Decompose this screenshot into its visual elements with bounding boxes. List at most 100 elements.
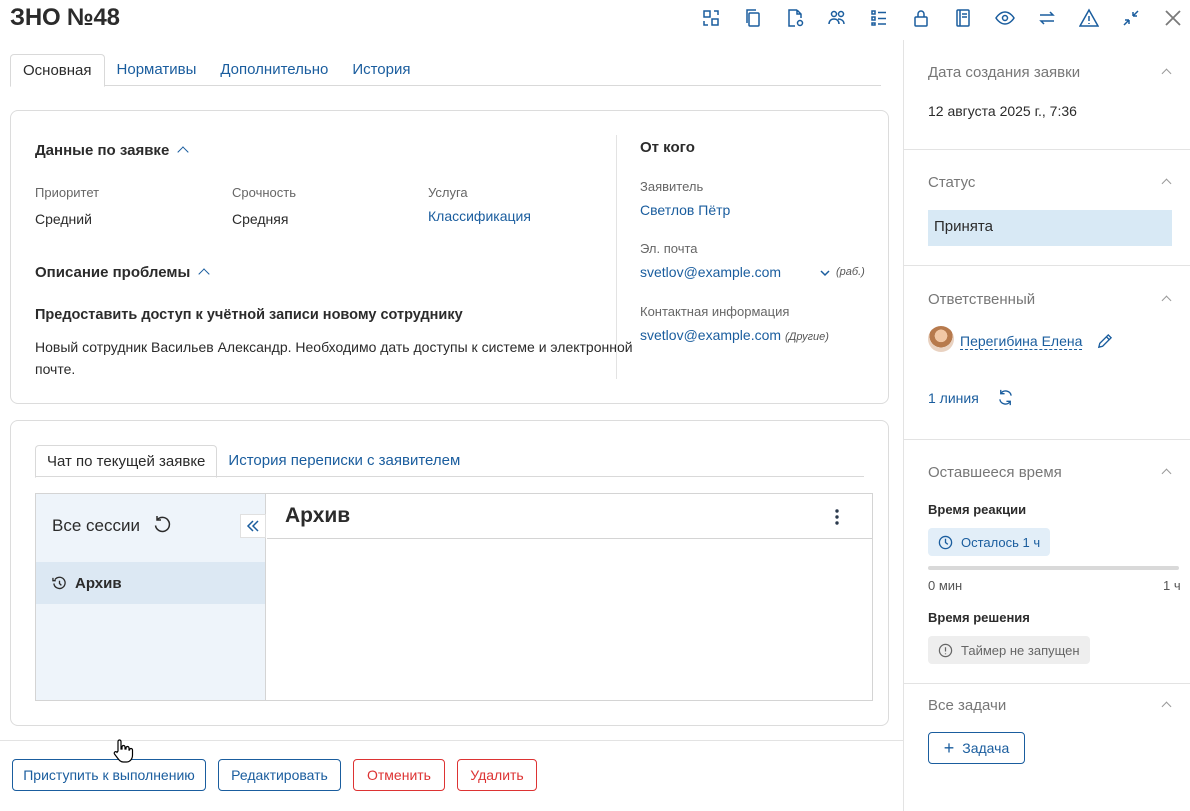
service-label: Услуга — [428, 185, 468, 200]
chat-header: Архив — [267, 494, 872, 539]
copy-icon[interactable] — [742, 7, 764, 29]
refresh-icon[interactable] — [152, 515, 172, 535]
close-icon[interactable] — [1162, 7, 1184, 29]
users-icon[interactable] — [826, 7, 848, 29]
chat-tabs: Чат по текущей заявке История переписки … — [35, 445, 864, 478]
swap-icon[interactable] — [1036, 7, 1058, 29]
chevron-up-icon[interactable] — [1161, 701, 1172, 712]
priority-label: Приоритет — [35, 185, 100, 200]
tab-current-chat[interactable]: Чат по текущей заявке — [35, 445, 218, 478]
action-bar: Приступить к выполнению Редактировать От… — [0, 740, 903, 811]
avatar — [928, 326, 954, 352]
warning-icon[interactable] — [1078, 7, 1100, 29]
document-settings-icon[interactable] — [784, 7, 806, 29]
checklist-icon[interactable] — [868, 7, 890, 29]
request-section-title: Данные по заявке — [35, 142, 170, 159]
tab-norms[interactable]: Нормативы — [105, 54, 209, 85]
problem-subject: Предоставить доступ к учётной записи нов… — [35, 307, 463, 323]
pencil-icon[interactable] — [1096, 333, 1113, 350]
add-task-label: Задача — [962, 740, 1010, 756]
contact-label: Контактная информация — [640, 304, 790, 319]
cancel-button[interactable]: Отменить — [353, 759, 445, 791]
resolution-timer-badge: Таймер не запущен — [928, 636, 1090, 664]
assignee-section: Ответственный — [904, 266, 1190, 440]
support-line-link[interactable]: 1 линия — [928, 390, 979, 406]
request-card: Данные по заявке Приоритет Средний Срочн… — [10, 110, 889, 404]
history-icon — [52, 576, 66, 589]
problem-section-header[interactable]: Описание проблемы — [35, 264, 210, 281]
resolution-label: Время решения — [928, 610, 1030, 625]
minimize-icon[interactable] — [1120, 7, 1142, 29]
status-label: Статус — [928, 174, 976, 191]
tasks-label: Все задачи — [928, 697, 1007, 714]
add-task-button[interactable]: + Задача — [928, 732, 1025, 764]
page-title: ЗНО №48 — [10, 4, 120, 31]
assignee-label: Ответственный — [928, 291, 1036, 308]
status-section: Статус — [904, 150, 1190, 266]
created-label: Дата создания заявки — [928, 64, 1081, 81]
double-chevron-left-icon — [246, 520, 259, 532]
sessions-title: Все сессии — [52, 516, 140, 535]
email-note: (раб.) — [836, 266, 865, 278]
status-value: Принята — [928, 210, 1172, 246]
eye-icon[interactable] — [994, 7, 1016, 29]
session-item-archive[interactable]: Архив — [36, 562, 265, 604]
session-item-label: Архив — [75, 574, 122, 592]
chevron-down-icon[interactable] — [819, 268, 831, 278]
email-link[interactable]: svetlov@example.com — [640, 264, 781, 280]
applicant-link[interactable]: Светлов Пётр — [640, 202, 730, 218]
chat-title: Архив — [285, 504, 351, 527]
main-panel: Основная Нормативы Дополнительно История… — [0, 40, 903, 811]
lock-icon[interactable] — [910, 7, 932, 29]
chat-box: Все сессии Архив Архив — [35, 493, 873, 701]
urgency-value: Средняя — [232, 211, 289, 227]
chevron-up-icon[interactable] — [1161, 295, 1172, 306]
collapse-sessions-button[interactable] — [240, 514, 266, 538]
hand-cursor-icon — [113, 739, 134, 763]
chevron-up-icon[interactable] — [177, 146, 189, 158]
divider — [616, 135, 617, 379]
request-section-header[interactable]: Данные по заявке — [35, 142, 189, 159]
resolution-timer-text: Таймер не запущен — [961, 642, 1080, 658]
reassign-icon[interactable] — [996, 388, 1015, 407]
created-value: 12 августа 2025 г., 7:36 — [928, 103, 1077, 119]
problem-section-title: Описание проблемы — [35, 264, 191, 281]
plus-icon: + — [943, 738, 955, 758]
assignee-link[interactable]: Перегибина Елена — [960, 333, 1083, 350]
reaction-label: Время реакции — [928, 502, 1027, 517]
delete-button[interactable]: Удалить — [457, 759, 537, 791]
contact-row: svetlov@example.com (Другие) — [640, 327, 829, 343]
tab-main[interactable]: Основная — [10, 54, 105, 87]
service-link[interactable]: Классификация — [428, 208, 531, 224]
info-icon — [938, 643, 953, 657]
start-work-button[interactable]: Приступить к выполнению — [12, 759, 206, 791]
main-tabs: Основная Нормативы Дополнительно История — [10, 54, 881, 87]
remaining-label: Оставшееся время — [928, 464, 1062, 481]
email-label: Эл. почта — [640, 241, 698, 256]
chevron-up-icon[interactable] — [1161, 468, 1172, 479]
toolbar — [700, 7, 1190, 29]
book-icon[interactable] — [952, 7, 974, 29]
convert-icon[interactable] — [700, 7, 722, 29]
chevron-up-icon[interactable] — [198, 268, 210, 280]
chat-card: Чат по текущей заявке История переписки … — [10, 420, 889, 726]
scale-min-label: 0 мин — [928, 578, 963, 593]
chevron-up-icon[interactable] — [1161, 178, 1172, 189]
created-section: Дата создания заявки 12 августа 2025 г.,… — [904, 40, 1190, 150]
applicant-label: Заявитель — [640, 179, 704, 194]
tab-correspondence-history[interactable]: История переписки с заявителем — [217, 445, 471, 476]
more-options-icon[interactable] — [834, 508, 840, 526]
reaction-timer-badge: Осталось 1 ч — [928, 528, 1051, 556]
chevron-up-icon[interactable] — [1161, 68, 1172, 79]
sessions-panel: Все сессии Архив — [36, 494, 266, 700]
clock-icon — [938, 535, 953, 549]
from-section-title: От кого — [640, 139, 695, 156]
contact-link[interactable]: svetlov@example.com — [640, 327, 781, 343]
edit-button[interactable]: Редактировать — [218, 759, 341, 791]
scale-max-label: 1 ч — [1163, 578, 1181, 593]
tab-history[interactable]: История — [340, 54, 422, 85]
tab-additional[interactable]: Дополнительно — [208, 54, 340, 85]
sidebar: Дата создания заявки 12 августа 2025 г.,… — [903, 40, 1190, 811]
reaction-progress-bar — [928, 566, 1179, 570]
contact-note: (Другие) — [784, 331, 829, 343]
